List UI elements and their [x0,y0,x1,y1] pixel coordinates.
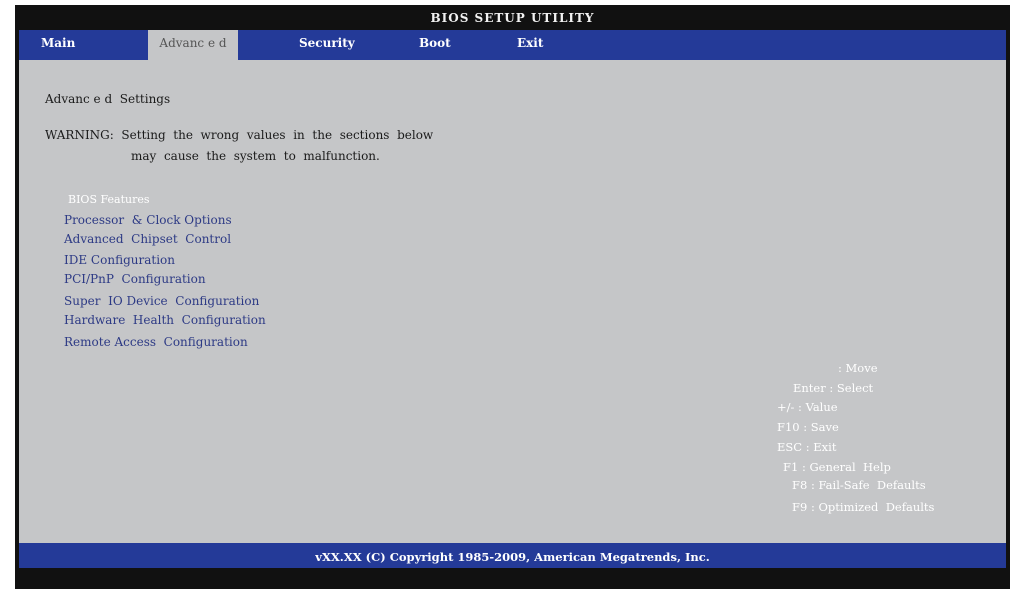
tab-advanced[interactable]: Advanc e d [148,30,238,60]
tab-main[interactable]: Main [41,30,75,60]
help-exit: ESC : Exit [777,440,837,454]
settings-panel: Advanc e d Settings WARNING: Setting the… [19,60,1006,543]
tab-security[interactable]: Security [299,30,355,60]
help-enter: Enter : Select [793,381,874,395]
menu-item-processor-clock[interactable]: Processor & Clock Options [64,213,232,227]
help-general: F1 : General Help [783,460,891,474]
tab-exit[interactable]: Exit [517,30,543,60]
help-save: F10 : Save [777,420,839,434]
warning-line-1: WARNING: Setting the wrong values in the… [45,128,434,142]
bios-title: BIOS SETUP UTILITY [15,5,1010,30]
menu-item-pci-pnp[interactable]: PCI/PnP Configuration [64,272,206,286]
menu-item-bios-features[interactable]: BIOS Features [68,193,150,206]
warning-line-2: may cause the system to malfunction. [131,149,380,163]
page-heading: Advanc e d Settings [45,92,171,106]
menu-item-ide-configuration[interactable]: IDE Configuration [64,253,175,267]
menu-item-remote-access[interactable]: Remote Access Configuration [64,335,248,349]
copyright-footer: vXX.XX (C) Copyright 1985-2009, American… [19,543,1006,568]
help-optimized: F9 : Optimized Defaults [792,500,935,514]
bios-screen: BIOS SETUP UTILITY Main Advanc e d Secur… [15,5,1010,589]
help-move: : Move [838,361,878,375]
help-failsafe: F8 : Fail-Safe Defaults [792,478,926,492]
tab-boot[interactable]: Boot [419,30,451,60]
menu-item-hardware-health[interactable]: Hardware Health Configuration [64,313,266,327]
menu-item-advanced-chipset[interactable]: Advanced Chipset Control [64,232,231,246]
menu-item-super-io[interactable]: Super IO Device Configuration [64,294,259,308]
menu-bar: Main Advanc e d Security Boot Exit [19,30,1006,60]
help-value: +/- : Value [777,400,838,414]
